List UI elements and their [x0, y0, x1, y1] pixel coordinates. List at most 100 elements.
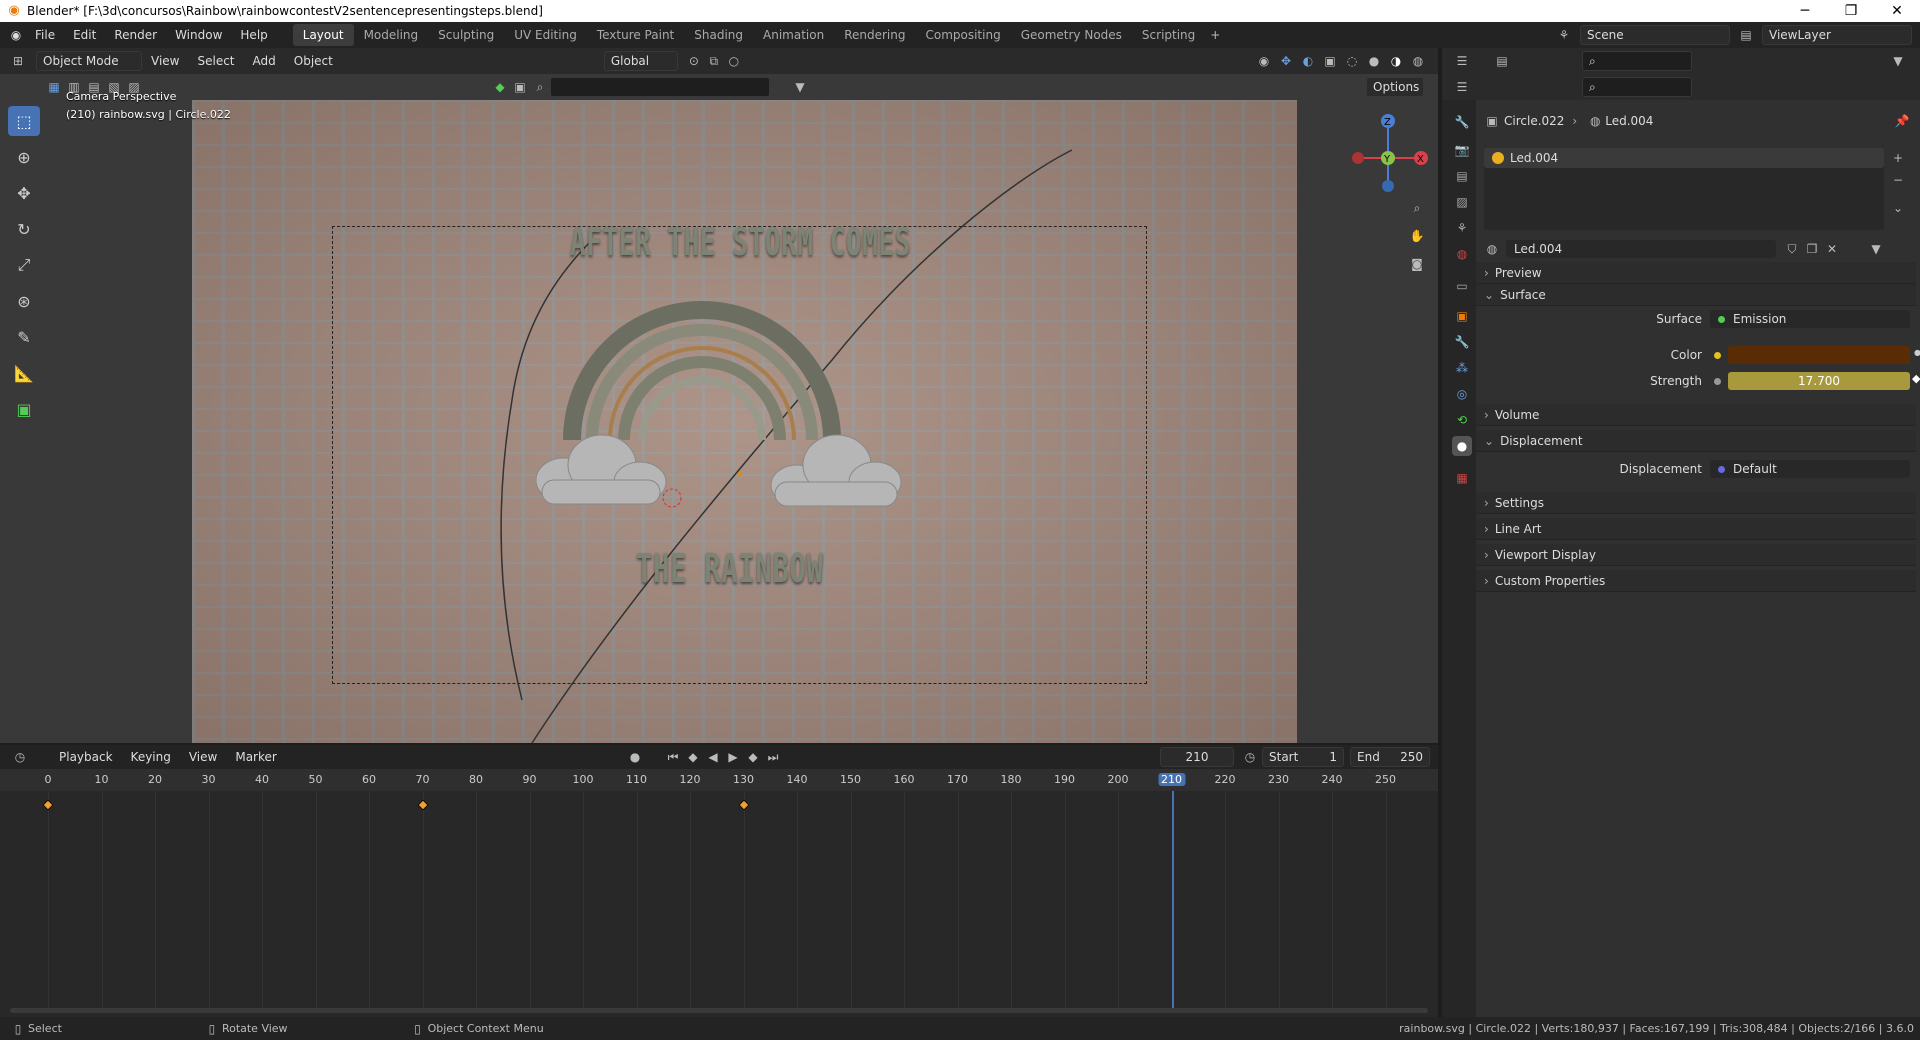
jump-key-back-icon[interactable]: ◆ [683, 747, 703, 767]
tool-tab-icon[interactable]: 🔧 [1452, 112, 1472, 132]
current-frame-field[interactable]: 210 [1160, 747, 1234, 767]
object-tab-icon[interactable]: ▣ [1452, 306, 1472, 326]
zoom-icon[interactable]: ⌕ [1407, 198, 1427, 218]
transform-tool-icon[interactable]: ⊛ [8, 286, 40, 316]
tab-texture-paint[interactable]: Texture Paint [587, 24, 684, 46]
fake-user-icon[interactable]: ⛉ [1782, 239, 1802, 259]
properties-editor-icon[interactable]: ☰ [1452, 77, 1472, 97]
section-settings[interactable]: › Settings [1476, 492, 1916, 514]
jump-end-icon[interactable]: ⏭ [763, 747, 783, 767]
collection-tab-icon[interactable]: ▭ [1452, 276, 1472, 296]
material-tab-icon[interactable]: ● [1452, 436, 1472, 456]
tab-scripting[interactable]: Scripting [1132, 24, 1205, 46]
render-tab-icon[interactable]: 📷 [1452, 140, 1472, 160]
physics-tab-icon[interactable]: ◎ [1452, 384, 1472, 404]
cursor-tool-icon[interactable]: ⊕ [8, 142, 40, 172]
keyframe-diamond[interactable] [416, 799, 429, 811]
timeline-keyframe-area[interactable] [0, 791, 1438, 1011]
color-swatch[interactable] [1728, 346, 1910, 364]
outliner-filter-icon[interactable]: ▼ [1888, 51, 1908, 71]
scale-tool-icon[interactable]: ⤢ [8, 250, 40, 280]
strength-keyframe-icon[interactable]: ◆ [1912, 372, 1920, 385]
pin-icon[interactable]: 📌 [1892, 111, 1912, 131]
blender-menu-icon[interactable]: ◉ [6, 25, 26, 45]
play-icon[interactable]: ▶ [723, 747, 743, 767]
view-layer-tab-icon[interactable]: ▨ [1452, 192, 1472, 212]
modifier-tab-icon[interactable]: 🔧 [1452, 332, 1472, 352]
add-workspace-icon[interactable]: + [1205, 25, 1225, 45]
viewport-menu-object[interactable]: Object [285, 48, 342, 74]
color-keyframe-dot[interactable]: ● [1914, 348, 1920, 357]
slot-specials-icon[interactable]: ⌄ [1888, 198, 1908, 218]
scene-icon[interactable]: ⚘ [1554, 25, 1574, 45]
proportional-edit-icon[interactable]: ○ [724, 51, 744, 71]
frame-ruler[interactable]: 0 10 20 30 40 50 60 70 80 90 100 110 120 130 140 150 160… [0, 769, 1438, 791]
pivot-icon[interactable]: ⊙ [684, 51, 704, 71]
camera-view-icon[interactable]: ◙ [1407, 254, 1427, 274]
search-icon[interactable]: ⌕ [530, 77, 550, 97]
viewport-menu-add[interactable]: Add [244, 48, 285, 74]
filter-object-icon[interactable]: ◆ [490, 77, 510, 97]
timeline-menu-view[interactable]: View [180, 744, 226, 770]
preview-range-icon[interactable]: ◷ [1240, 747, 1260, 767]
select-tool-icon[interactable]: ⬚ [8, 106, 40, 136]
scene-selector[interactable]: Scene [1580, 25, 1730, 45]
outliner-editor-icon[interactable]: ☰ [1452, 51, 1472, 71]
viewport-menu-select[interactable]: Select [188, 48, 243, 74]
displacement-field[interactable]: Default [1710, 460, 1910, 478]
tab-shading[interactable]: Shading [684, 24, 753, 46]
display-mode-icon[interactable]: ▤ [1492, 51, 1512, 71]
section-line-art[interactable]: › Line Art [1476, 518, 1916, 540]
timeline-menu-marker[interactable]: Marker [226, 744, 285, 770]
add-cube-tool-icon[interactable]: ▣ [8, 394, 40, 424]
timeline-editor[interactable]: ◷ Playback Keying View Marker ● ⏮ ◆ ◀ ▶ … [0, 745, 1438, 1017]
material-shading-icon[interactable]: ◑ [1386, 51, 1406, 71]
auto-keying-icon[interactable]: ● [625, 747, 645, 767]
menu-edit[interactable]: Edit [64, 22, 105, 48]
duplicate-material-icon[interactable]: ❐ [1802, 239, 1822, 259]
mode-selector[interactable]: Object Mode [36, 51, 142, 71]
rotate-tool-icon[interactable]: ↻ [8, 214, 40, 244]
transform-orientation[interactable]: Global [603, 51, 678, 71]
navigation-gizmo[interactable]: Z X Y [1340, 108, 1430, 198]
tab-layout[interactable]: Layout [292, 24, 354, 46]
rendered-shading-icon[interactable]: ◍ [1408, 51, 1428, 71]
maximize-icon[interactable]: ❐ [1828, 3, 1874, 19]
material-slot[interactable]: Led.004 [1484, 148, 1884, 168]
tab-animation[interactable]: Animation [753, 24, 834, 46]
timeline-scrollbar[interactable] [10, 1008, 1428, 1013]
menu-help[interactable]: Help [231, 22, 276, 48]
keyframe-diamond[interactable] [737, 799, 750, 811]
filter-icon[interactable]: ▼ [790, 77, 810, 97]
unlink-material-icon[interactable]: ✕ [1822, 239, 1842, 259]
section-surface[interactable]: ⌄ Surface [1476, 284, 1916, 306]
select-box-mode-icon[interactable]: ▦ [44, 77, 64, 97]
add-slot-icon[interactable]: + [1888, 148, 1908, 168]
visibility-icon[interactable]: ◉ [1254, 51, 1274, 71]
solid-shading-icon[interactable]: ● [1364, 51, 1384, 71]
section-viewport-display[interactable]: › Viewport Display [1476, 544, 1916, 566]
xray-icon[interactable]: ▣ [1320, 51, 1340, 71]
minimize-icon[interactable]: ─ [1782, 3, 1828, 19]
move-tool-icon[interactable]: ✥ [8, 178, 40, 208]
pan-hand-icon[interactable]: ✋ [1407, 226, 1427, 246]
viewport-search-input[interactable] [550, 77, 770, 97]
surface-shader-field[interactable]: Emission [1710, 310, 1910, 328]
tab-compositing[interactable]: Compositing [915, 24, 1010, 46]
menu-window[interactable]: Window [166, 22, 231, 48]
scene-tab-icon[interactable]: ⚘ [1452, 218, 1472, 238]
material-filter-icon[interactable]: ▼ [1866, 239, 1886, 259]
keyframe-diamond[interactable] [42, 799, 54, 811]
tab-geometry-nodes[interactable]: Geometry Nodes [1011, 24, 1132, 46]
viewport-menu-view[interactable]: View [142, 48, 188, 74]
outliner-search[interactable]: ⌕ [1582, 51, 1692, 71]
3d-viewport[interactable]: AFTER THE STORM COMES THE RAINBOW ⊞ Obje… [0, 48, 1438, 743]
world-tab-icon[interactable]: ◍ [1452, 244, 1472, 264]
options-button[interactable]: Options [1366, 77, 1424, 97]
particles-tab-icon[interactable]: ⁂ [1452, 358, 1472, 378]
playhead[interactable] [1171, 791, 1174, 1011]
wireframe-shading-icon[interactable]: ◌ [1342, 51, 1362, 71]
overlay-icon[interactable]: ◐ [1298, 51, 1318, 71]
annotate-tool-icon[interactable]: ✎ [8, 322, 40, 352]
end-frame-field[interactable]: End 250 [1350, 747, 1430, 767]
